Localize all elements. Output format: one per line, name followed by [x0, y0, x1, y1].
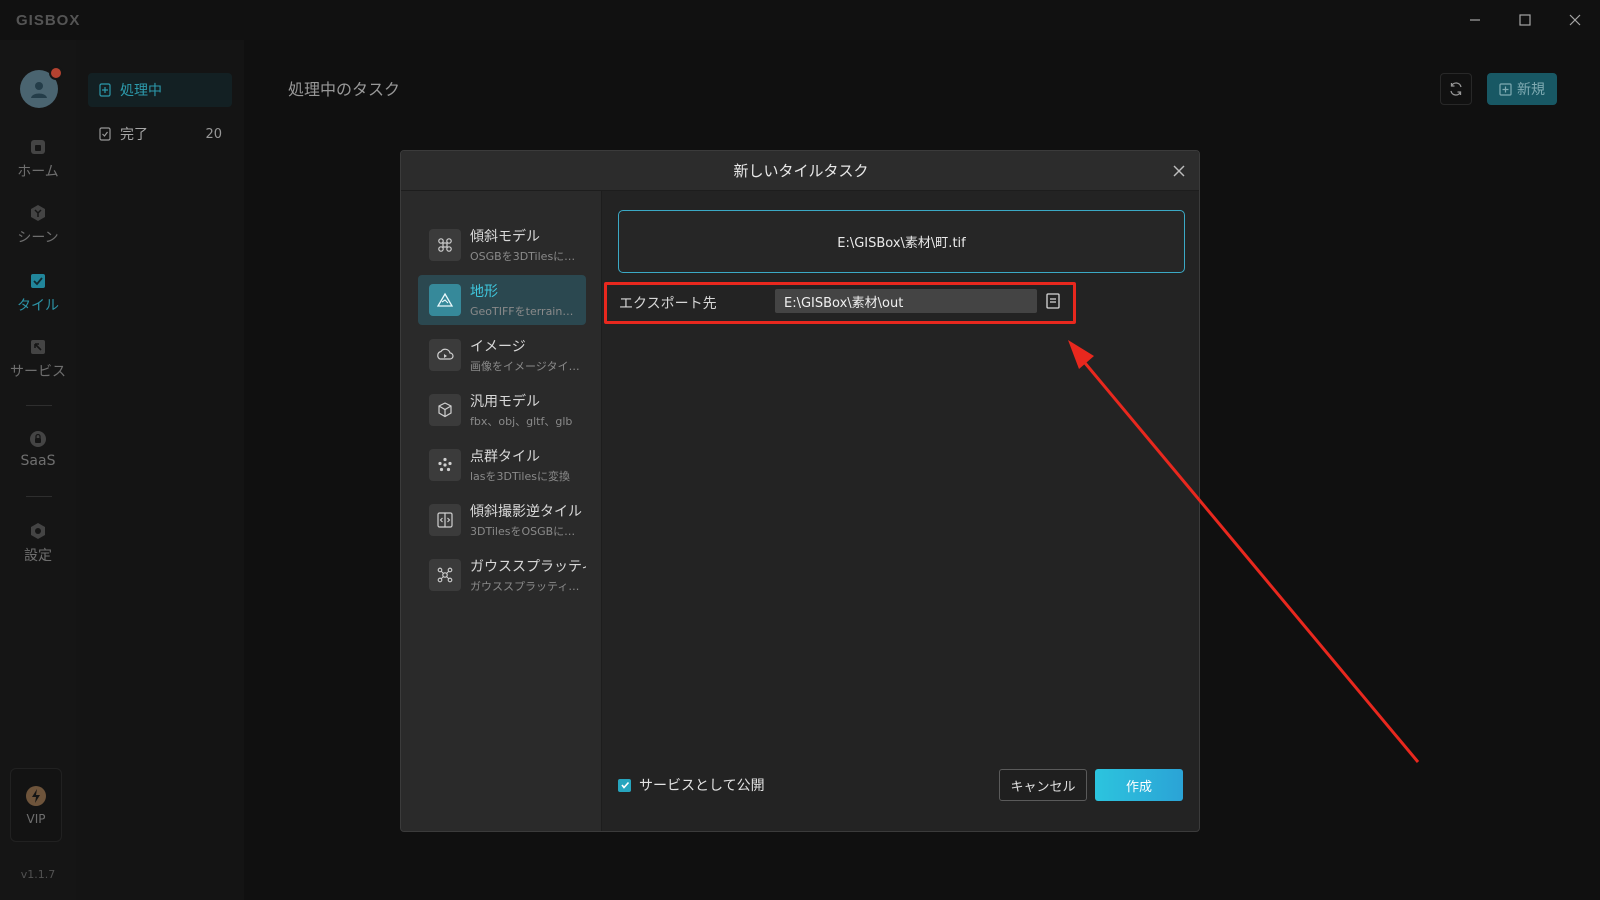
point-cloud-icon [429, 449, 461, 481]
task-type-title: 汎用モデル [470, 394, 540, 410]
export-path-input[interactable]: E:\GISBox\素材\out [775, 289, 1037, 313]
reverse-icon [429, 504, 461, 536]
task-type-gaussian[interactable]: ガウススプラッティング ガウススプラッティング [418, 550, 586, 600]
task-type-title: 傾斜撮影逆タイル [470, 504, 582, 520]
dialog-title: 新しいタイルタスク [733, 162, 869, 180]
terrain-icon [429, 284, 461, 316]
export-destination-row: エクスポート先 E:\GISBox\素材\out [604, 282, 1076, 324]
task-type-terrain[interactable]: 地形 GeoTIFFをterrainに変換 [418, 275, 586, 325]
task-type-title: ガウススプラッティング [470, 559, 586, 575]
task-type-subtitle: 3DTilesをOSGBに変換 [470, 525, 580, 538]
new-tile-task-dialog: 新しいタイルタスク 傾斜モデル OSGBを3DTilesに変換 地形 GeoTI… [400, 150, 1200, 832]
image-icon [429, 339, 461, 371]
task-type-subtitle: fbx、obj、gltf、glb [470, 415, 573, 428]
task-type-reverse-tile[interactable]: 傾斜撮影逆タイル 3DTilesをOSGBに変換 [418, 495, 586, 545]
publish-as-service-toggle[interactable]: サービスとして公開 [618, 775, 765, 795]
close-icon[interactable] [1171, 163, 1187, 179]
task-type-generic-model[interactable]: 汎用モデル fbx、obj、gltf、glb [418, 385, 586, 435]
task-type-subtitle: 画像をイメージタイルに変換 [470, 360, 580, 373]
cancel-button[interactable]: キャンセル [999, 769, 1087, 801]
task-type-oblique-model[interactable]: 傾斜モデル OSGBを3DTilesに変換 [418, 220, 586, 270]
gaussian-icon [429, 559, 461, 591]
check-icon [620, 781, 629, 789]
task-type-image[interactable]: イメージ 画像をイメージタイルに変換 [418, 330, 586, 380]
task-type-title: 傾斜モデル [470, 229, 540, 245]
browse-folder-icon[interactable] [1045, 292, 1061, 310]
cube-icon [429, 394, 461, 426]
input-file-path: E:\GISBox\素材\町.tif [837, 236, 966, 251]
publish-label: サービスとして公開 [639, 778, 765, 794]
task-type-title: 点群タイル [470, 449, 540, 465]
task-type-subtitle: OSGBを3DTilesに変換 [470, 250, 580, 263]
create-button[interactable]: 作成 [1095, 769, 1183, 801]
task-type-subtitle: GeoTIFFをterrainに変換 [470, 305, 580, 318]
oblique-model-icon [429, 229, 461, 261]
export-path-value: E:\GISBox\素材\out [784, 295, 904, 311]
task-type-subtitle: ガウススプラッティング [470, 580, 580, 593]
publish-checkbox[interactable] [618, 778, 631, 792]
task-type-subtitle: lasを3DTilesに変換 [470, 470, 570, 483]
task-type-title: 地形 [470, 284, 498, 300]
task-type-list: 傾斜モデル OSGBを3DTilesに変換 地形 GeoTIFFをterrain… [401, 191, 602, 831]
input-file-dropzone[interactable]: E:\GISBox\素材\町.tif [618, 210, 1185, 273]
task-type-title: イメージ [470, 339, 526, 355]
task-type-point-cloud[interactable]: 点群タイル lasを3DTilesに変換 [418, 440, 586, 490]
dialog-header: 新しいタイルタスク [401, 151, 1199, 191]
export-label: エクスポート先 [619, 296, 717, 312]
